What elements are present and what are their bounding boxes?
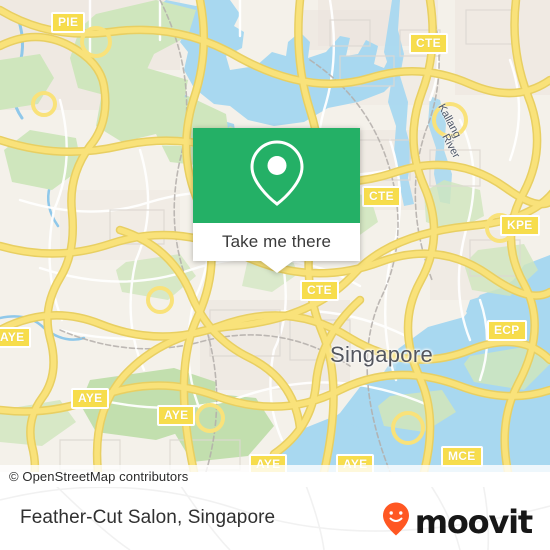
moovit-wordmark: moovit [414,502,533,541]
highway-shield-aye[interactable]: AYE [0,327,32,348]
location-popup[interactable]: Take me there [193,128,360,273]
map-attribution: © OpenStreetMap contributors [0,465,550,487]
highway-shield-pie[interactable]: PIE [51,12,86,33]
highway-shield-cte[interactable]: CTE [409,33,448,54]
popup-tail [261,261,293,273]
popup-image-area [193,128,360,223]
map-label-singapore: Singapore [330,342,433,367]
highway-shield-cte[interactable]: CTE [300,280,339,301]
highway-shield-cte[interactable]: CTE [362,186,401,207]
moovit-logo[interactable]: moovit [381,501,533,542]
highway-shield-aye[interactable]: AYE [71,388,110,409]
map-pin-icon [246,138,308,213]
take-me-there-label: Take me there [221,232,332,251]
highway-shield-kpe[interactable]: KPE [500,215,540,236]
take-me-there-button[interactable]: Take me there [193,223,360,261]
moovit-smiley-pin-icon [381,501,411,542]
place-title: Feather-Cut Salon, Singapore [20,507,276,528]
map-screenshot: .w{fill:#a8d8f0} .p{fill:#cfe6bd} .pd{fi… [0,0,550,550]
highway-shield-mce[interactable]: MCE [441,446,483,467]
highway-shield-aye[interactable]: AYE [157,405,196,426]
highway-shield-ecp[interactable]: ECP [487,320,527,341]
footer-bar: Feather-Cut Salon, Singapore moovit [0,487,550,550]
attribution-text: © OpenStreetMap contributors [9,468,189,484]
